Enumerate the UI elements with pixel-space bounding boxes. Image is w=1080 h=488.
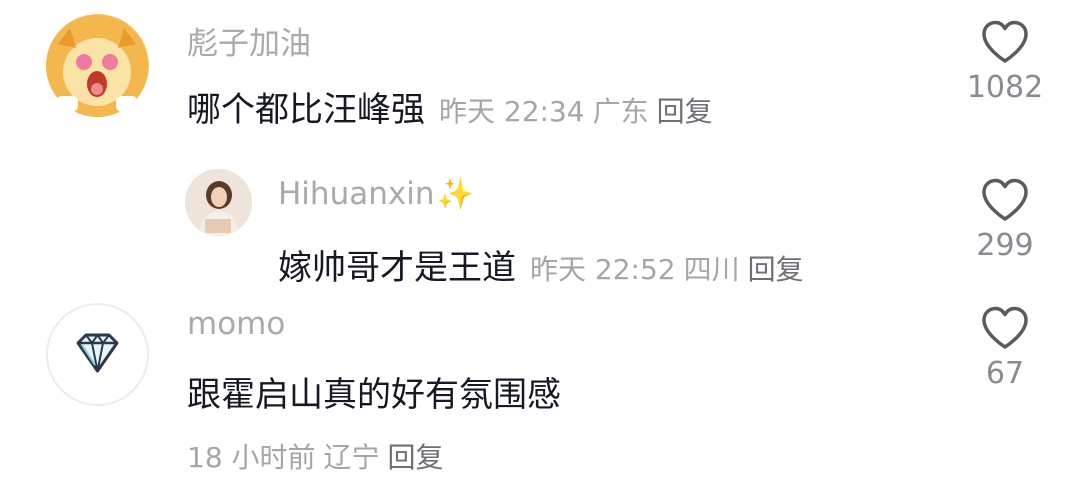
heart-icon [982,20,1028,63]
sparkles-icon: ✨ [436,177,474,212]
username-text: Hihuanxin [278,176,435,212]
comment-location: 辽宁 [323,441,380,474]
avatar[interactable] [46,303,149,406]
person-photo-icon [185,169,252,236]
like-count: 67 [985,356,1025,391]
comment-location: 广东 [592,95,649,128]
diamond-icon [76,333,119,373]
like-button[interactable]: 299 [945,178,1065,263]
like-count: 299 [976,228,1034,263]
avatar[interactable] [46,14,149,117]
comment-item: 彪子加油 哪个都比汪峰强 昨天 22:34 广东 回复 1082 [0,0,1080,150]
username[interactable]: 彪子加油 [187,18,311,63]
comment-time: 昨天 22:52 [530,253,676,286]
comment-text: 跟霍启山真的好有氛围感 [187,375,561,415]
comment-body: 嫁帅哥才是王道 昨天 22:52 四川 回复 [278,240,804,289]
comment-time: 昨天 22:34 [439,95,585,128]
like-button[interactable]: 67 [945,306,1065,391]
heart-icon [982,178,1028,221]
comment-item: momo 跟霍启山真的好有氛围感 18 小时前 辽宁 回复 67 [0,300,1080,488]
comment-meta: 18 小时前 辽宁 回复 [187,436,444,476]
comment-body: 跟霍启山真的好有氛围感 [187,367,561,416]
reply-comment-item: Hihuanxin✨ 嫁帅哥才是王道 昨天 22:52 四川 回复 299 [0,150,1080,300]
comment-text: 哪个都比汪峰强 [187,90,425,130]
username[interactable]: momo [187,306,285,342]
comment-text: 嫁帅哥才是王道 [278,248,516,288]
reply-button[interactable]: 回复 [657,95,713,128]
cartoon-lion-icon [46,15,148,117]
like-count: 1082 [966,70,1044,105]
avatar[interactable] [185,169,252,236]
username[interactable]: Hihuanxin✨ [278,176,474,212]
like-button[interactable]: 1082 [945,20,1065,105]
heart-icon [982,306,1028,349]
reply-button[interactable]: 回复 [748,253,804,286]
comment-location: 四川 [683,253,740,286]
reply-button[interactable]: 回复 [388,441,444,474]
comment-time: 18 小时前 [187,441,316,474]
comment-body: 哪个都比汪峰强 昨天 22:34 广东 回复 [187,82,713,131]
